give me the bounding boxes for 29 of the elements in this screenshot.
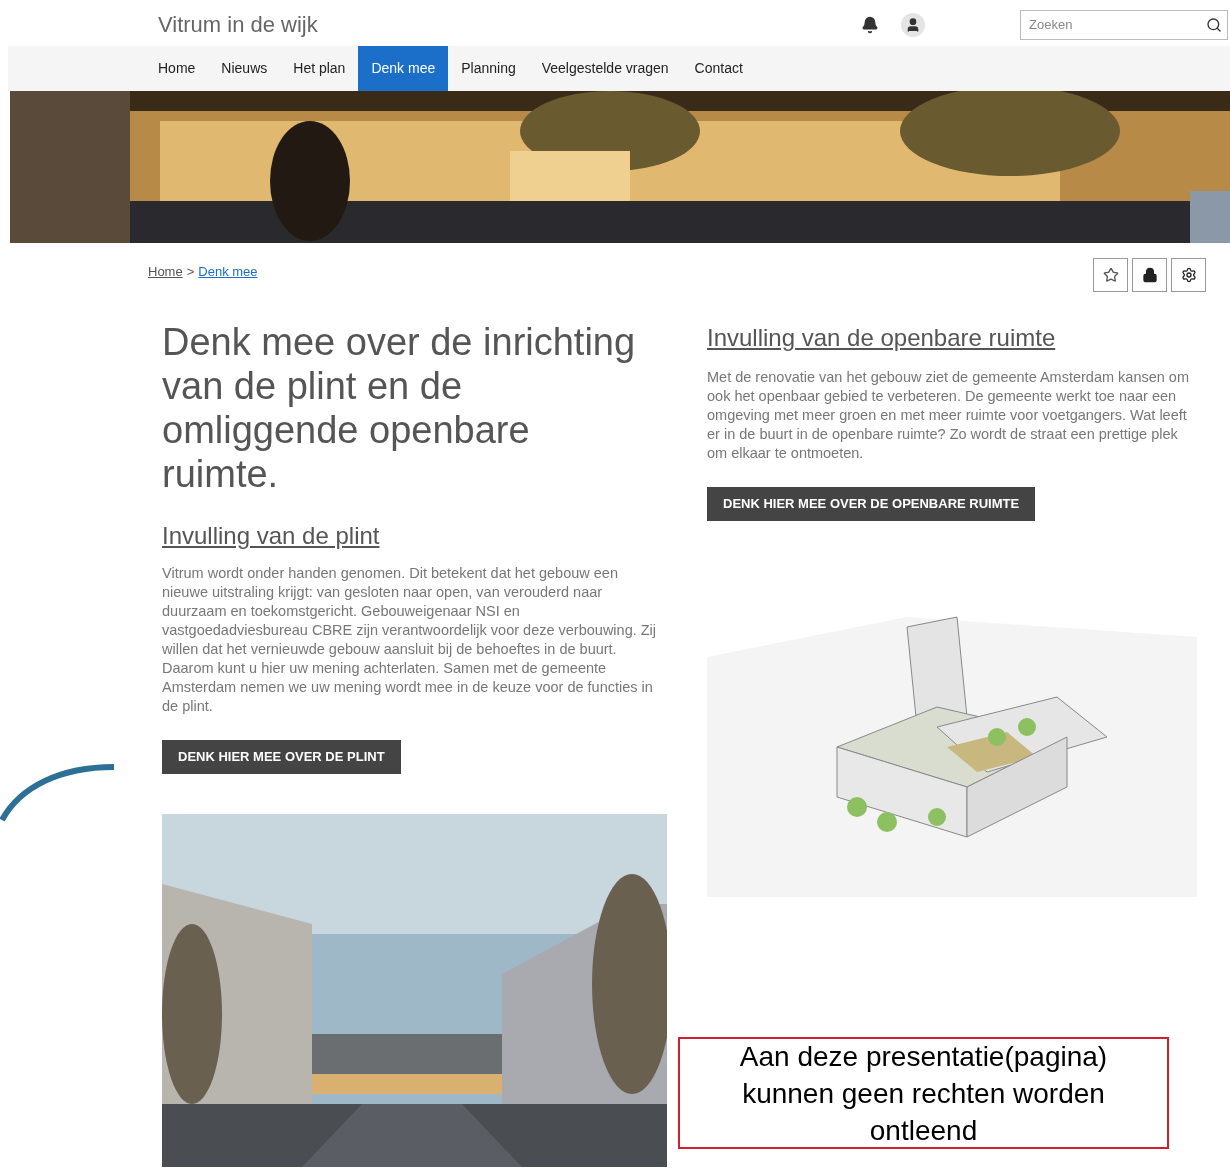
participate-button[interactable]: DENK HIER MEE OVER DE PLINT xyxy=(162,740,401,774)
nav-tab[interactable]: Het plan xyxy=(280,46,359,91)
breadcrumb-separator: > xyxy=(186,263,195,281)
breadcrumb-link[interactable]: Denk mee xyxy=(198,262,258,282)
search-field[interactable]: Zoeken xyxy=(1020,9,1228,40)
user-icon[interactable] xyxy=(901,12,925,37)
section-text: Vitrum wordt onder handen genomen. Dit betekent dat het gebouw een nieuwe uitstraling krijgt: van gesloten naar open, van verouderd naar duurzaam en toekomstgericht. Gebouweigenaar NSI en vastgoedadviesbureau CBRE zijn verantwoordelijk voor deze verbouwing. Zij willen dat het vernieuwde gebouw aansluit bij de behoeftes in de buurt. Daarom kunt u hier uw mening achterlaten. Samen met de gemeente Amsterdam nemen we uw mening wordt mee in de keuze voor de functies in de plint. xyxy=(162,564,658,716)
nav-tab[interactable]: Home xyxy=(145,46,209,91)
section-heading[interactable]: Invulling van de openbare ruimte xyxy=(707,320,1197,356)
site-title[interactable]: Vitrum in de wijk xyxy=(158,8,318,41)
bell-icon[interactable] xyxy=(861,15,879,34)
nav-tab[interactable]: Denk mee xyxy=(358,46,449,91)
search-icon[interactable] xyxy=(1206,16,1222,33)
nav-tab[interactable]: Planning xyxy=(448,46,529,91)
breadcrumb-link[interactable]: Home xyxy=(148,262,183,282)
star-icon xyxy=(1102,267,1119,283)
nav-tab[interactable]: Nieuws xyxy=(208,46,281,91)
nav-tab[interactable]: Veelgestelde vragen xyxy=(528,46,682,91)
lock-icon xyxy=(1141,267,1158,283)
section-heading[interactable]: Invulling van de plint xyxy=(162,518,667,554)
settings-button[interactable] xyxy=(1171,258,1206,292)
favorite-button[interactable] xyxy=(1093,258,1128,292)
lock-button[interactable] xyxy=(1132,258,1167,292)
participate-button[interactable]: DENK HIER MEE OVER DE OPENBARE RUIMTE xyxy=(707,487,1036,521)
page-heading: Denk mee over de inrichting van de plint en de omliggende openbare ruimte. xyxy=(162,320,637,496)
settings-icon xyxy=(1180,267,1197,283)
section-text: Met de renovatie van het gebouw ziet de gemeente Amsterdam kansen om ook het openbaar gebied te verbeteren. De gemeente werkt toe naar een omgeving met meer groen en met meer ruimte voor voetgangers. Wat leeft er in de buurt in de openbare ruimte? Zo wordt de straat een prettige plek om elkaar te ontmoeten. xyxy=(707,368,1190,463)
disclaimer-box: Aan deze presentatie(pagina) kunnen geen rechten worden ontleend xyxy=(678,1037,1169,1149)
nav-tab[interactable]: Contact xyxy=(681,46,756,91)
